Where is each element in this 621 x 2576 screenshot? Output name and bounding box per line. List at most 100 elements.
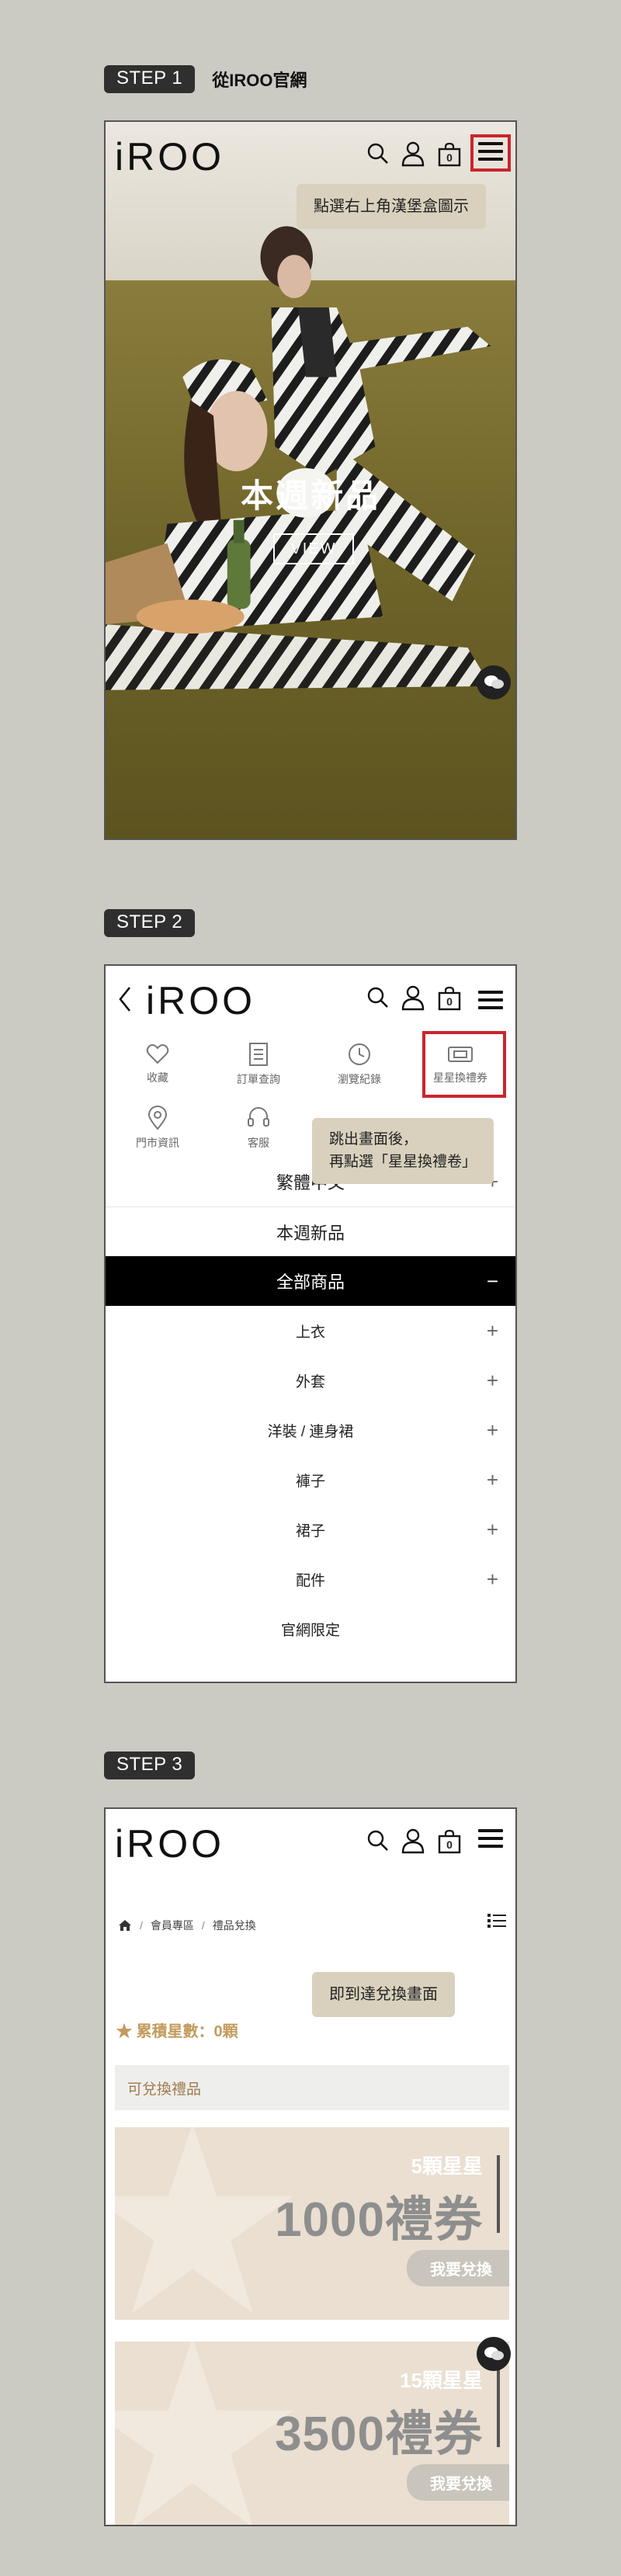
expand-plus-icon: + [486, 1318, 498, 1342]
submenu-item-label: 裙子 [295, 1522, 325, 1540]
step2-tooltip-line1: 跳出畫面後， [329, 1131, 418, 1147]
step3-tooltip: 即到達兌換畫面 [312, 1972, 455, 2017]
headset-icon [248, 1107, 269, 1127]
brand-logo[interactable]: iROO [115, 1821, 224, 1866]
quick-link-stores[interactable]: 門市資訊 [107, 1106, 208, 1151]
hamburger-menu-icon[interactable] [478, 1824, 503, 1852]
back-arrow-icon[interactable] [118, 986, 132, 1012]
quick-link-favorites[interactable]: 收藏 [107, 1043, 208, 1085]
menu-item-label: 本週新品 [276, 1224, 345, 1243]
site-header: iROO 0 [106, 122, 515, 189]
user-icon[interactable] [401, 984, 425, 1011]
chat-bubble-button[interactable] [477, 2337, 511, 2371]
step2-heading: STEP 2 [104, 909, 196, 937]
submenu-item-tops[interactable]: 上衣 + [106, 1306, 515, 1356]
gift-card-stars-required: 5顆星星 [411, 2154, 483, 2178]
menu-item-label: 官網限定 [280, 1622, 340, 1639]
menu-item-label: 全部商品 [276, 1272, 345, 1292]
menu-header: iROO 0 [106, 966, 515, 1033]
brand-logo[interactable]: iROO [146, 978, 255, 1023]
submenu-item-dresses[interactable]: 洋裝 / 連身裙 + [106, 1405, 515, 1455]
quick-link-label: 門市資訊 [136, 1137, 179, 1149]
menu-item-all-products[interactable]: 全部商品 − [106, 1256, 515, 1306]
submenu-item-label: 褲子 [295, 1473, 325, 1490]
heart-icon [146, 1044, 169, 1064]
search-icon[interactable] [366, 142, 390, 165]
star-count: ★ 累積星數：0顆 [116, 2019, 238, 2041]
brand-logo[interactable]: iROO [115, 134, 224, 179]
submenu-item-label: 上衣 [295, 1324, 325, 1341]
expand-plus-icon: + [486, 1517, 498, 1541]
star-icon: ★ [116, 2023, 132, 2040]
gift-card-divider [497, 2369, 500, 2447]
submenu-item-pants[interactable]: 褲子 + [106, 1455, 515, 1505]
expand-plus-icon: + [486, 1567, 498, 1591]
home-icon[interactable] [118, 1919, 132, 1932]
expand-plus-icon: + [486, 1467, 498, 1491]
menu-item-online-exclusive[interactable]: 官網限定 [106, 1604, 515, 1654]
hero-title: 本週新品 [240, 477, 380, 514]
quick-link-label: 收藏 [147, 1071, 168, 1084]
step2-pill: STEP 2 [104, 909, 196, 937]
menu-item-new-arrivals[interactable]: 本週新品 [106, 1206, 515, 1257]
submenu-item-label: 外套 [295, 1373, 325, 1390]
location-pin-icon [147, 1106, 168, 1130]
gift-card: 5顆星星 1000禮券 我要兌換 [115, 2127, 509, 2320]
search-icon[interactable] [366, 1829, 390, 1852]
step2-tooltip: 跳出畫面後， 再點選「星星換禮卷」 [312, 1118, 494, 1184]
section-redeemable-gifts: 可兌換禮品 [115, 2065, 509, 2110]
submenu-item-accessories[interactable]: 配件 + [106, 1554, 515, 1604]
expand-plus-icon: + [486, 1418, 498, 1442]
step1-screen: iROO 0 點選右上角漢堡盒圖示 本週新品 VIEW [104, 120, 517, 840]
site-header: iROO 0 [106, 1809, 515, 1876]
step1-tooltip: 點選右上角漢堡盒圖示 [297, 184, 486, 229]
quick-link-history[interactable]: 瀏覽紀錄 [309, 1042, 410, 1087]
collapse-minus-icon: − [486, 1269, 498, 1293]
gift-card-stars-required: 15顆星星 [400, 2369, 483, 2392]
step1-pill: STEP 1 [104, 65, 196, 93]
step2-screen: iROO 0 收藏 訂單查詢 瀏覽紀錄 星星換禮券 門市資訊 客服 跳出畫面後，… [104, 964, 517, 1683]
quick-link-service[interactable]: 客服 [208, 1106, 309, 1151]
document-icon [249, 1043, 268, 1066]
redeem-button[interactable]: 我要兌換 [407, 2250, 509, 2286]
gift-card-divider [497, 2155, 500, 2233]
cart-icon[interactable]: 0 [438, 142, 461, 167]
step1-text: 從IROO官網 [212, 71, 307, 90]
chat-bubble-button[interactable] [477, 665, 511, 700]
user-icon[interactable] [401, 1828, 425, 1854]
submenu-item-label: 洋裝 / 連身裙 [267, 1423, 354, 1440]
chat-icon [484, 675, 504, 689]
breadcrumb-gift-exchange: 禮品兌換 [212, 1919, 256, 1932]
star-count-text: 累積星數：0顆 [136, 2023, 238, 2040]
submenu-item-label: 配件 [295, 1572, 325, 1589]
quick-link-label: 瀏覽紀錄 [338, 1073, 381, 1085]
gift-card: 15顆星星 3500禮券 我要兌換 [115, 2342, 509, 2525]
redeem-button[interactable]: 我要兌換 [407, 2464, 509, 2501]
step2-tooltip-line2: 再點選「星星換禮卷」 [329, 1153, 477, 1170]
hamburger-menu-icon[interactable] [478, 986, 503, 1014]
quick-link-label: 訂單查詢 [237, 1073, 280, 1085]
step1-heading: STEP 1 從IROO官網 [104, 65, 307, 93]
submenu-item-outerwear[interactable]: 外套 + [106, 1356, 515, 1405]
search-icon[interactable] [366, 986, 390, 1009]
quick-link-label: 客服 [248, 1137, 269, 1149]
cart-icon[interactable]: 0 [438, 1829, 461, 1854]
gift-card-amount: 1000禮券 [275, 2193, 483, 2247]
quick-link-orders[interactable]: 訂單查詢 [208, 1042, 309, 1087]
cart-count: 0 [446, 995, 453, 1008]
highlight-hamburger [470, 134, 511, 172]
star-watermark-icon [115, 2127, 293, 2314]
cart-icon[interactable]: 0 [438, 986, 461, 1011]
expand-plus-icon: + [486, 1368, 498, 1392]
chat-icon [484, 2347, 504, 2360]
breadcrumb-member[interactable]: 會員專區 [151, 1918, 194, 1933]
list-view-icon[interactable] [487, 1913, 506, 1929]
clock-icon [349, 1043, 370, 1065]
breadcrumb: / 會員專區 / 禮品兌換 [118, 1918, 256, 1933]
step3-screen: iROO 0 / 會員專區 / 禮品兌換 即到達兌換畫面 ★ 累積星數：0顆 可… [104, 1807, 517, 2526]
cart-count: 0 [446, 1838, 453, 1851]
submenu-item-skirts[interactable]: 裙子 + [106, 1505, 515, 1554]
user-icon[interactable] [401, 141, 425, 167]
step3-heading: STEP 3 [104, 1751, 196, 1779]
hero-view-button[interactable]: VIEW [273, 533, 354, 564]
